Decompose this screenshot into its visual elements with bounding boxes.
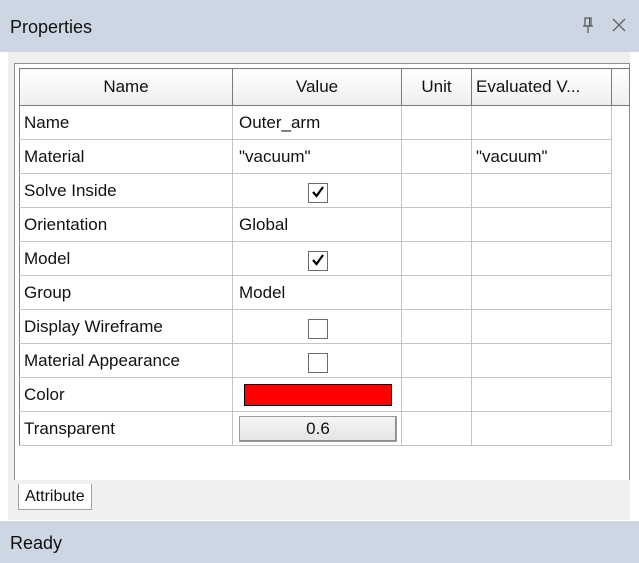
property-row[interactable]: Model (19, 241, 630, 276)
property-row[interactable]: Color (19, 377, 630, 412)
tab-attribute[interactable]: Attribute (18, 484, 92, 510)
property-evaluated-value (471, 377, 612, 412)
property-unit (401, 411, 472, 446)
property-evaluated-value (471, 309, 612, 344)
color-swatch[interactable] (244, 383, 392, 406)
property-unit (401, 275, 472, 310)
column-header-spacer (611, 68, 630, 106)
property-unit (401, 173, 472, 208)
property-row[interactable]: Material "vacuum" "vacuum" (19, 139, 630, 174)
property-unit (401, 105, 472, 140)
status-text: Ready (10, 533, 63, 553)
property-value-button-cell[interactable]: 0.6 (232, 411, 402, 446)
unchecked-checkbox[interactable] (308, 318, 328, 339)
property-row[interactable]: Solve Inside (19, 173, 630, 208)
title-bar[interactable]: Properties (0, 0, 639, 52)
property-value-checkbox-cell[interactable] (232, 309, 402, 344)
property-name: Model (19, 241, 233, 276)
property-unit (401, 377, 472, 412)
grid-header-row: Name Value Unit Evaluated V... (19, 68, 630, 106)
property-name: Transparent (19, 411, 233, 446)
column-header-name[interactable]: Name (19, 68, 233, 106)
property-value-checkbox-cell[interactable] (232, 343, 402, 378)
property-evaluated-value (471, 241, 612, 276)
property-unit (401, 241, 472, 276)
property-name: Material Appearance (19, 343, 233, 378)
close-icon[interactable] (611, 17, 627, 33)
property-name: Material (19, 139, 233, 174)
property-row[interactable]: Orientation Global (19, 207, 630, 242)
property-evaluated-value (471, 275, 612, 310)
property-name: Group (19, 275, 233, 310)
property-evaluated-value (471, 343, 612, 378)
status-bar (0, 521, 639, 563)
property-value[interactable]: Global (232, 207, 402, 242)
property-value[interactable]: Model (232, 275, 402, 310)
property-value-checkbox-cell[interactable] (232, 241, 402, 276)
property-name: Name (19, 105, 233, 140)
property-name: Solve Inside (19, 173, 233, 208)
property-unit (401, 207, 472, 242)
property-row[interactable]: Group Model (19, 275, 630, 310)
checked-checkbox[interactable] (308, 182, 328, 203)
column-header-value[interactable]: Value (232, 68, 402, 106)
property-value[interactable]: Outer_arm (232, 105, 402, 140)
property-value-checkbox-cell[interactable] (232, 173, 402, 208)
property-row[interactable]: Name Outer_arm (19, 105, 630, 140)
property-row[interactable]: Display Wireframe (19, 309, 630, 344)
property-evaluated-value (471, 207, 612, 242)
property-row[interactable]: Material Appearance (19, 343, 630, 378)
checked-checkbox[interactable] (308, 250, 328, 271)
property-unit (401, 309, 472, 344)
column-header-evaluated-value[interactable]: Evaluated V... (471, 68, 612, 106)
property-name: Orientation (19, 207, 233, 242)
property-evaluated-value: "vacuum" (471, 139, 612, 174)
properties-window: Properties Name Value Unit Evaluated V... N… (0, 0, 639, 563)
property-name: Display Wireframe (19, 309, 233, 344)
property-value-color-cell[interactable] (232, 377, 402, 412)
property-unit (401, 139, 472, 174)
tab-strip (8, 480, 630, 520)
column-header-unit[interactable]: Unit (401, 68, 472, 106)
property-evaluated-value (471, 173, 612, 208)
property-evaluated-value (471, 411, 612, 446)
pin-icon[interactable] (580, 16, 596, 36)
property-unit (401, 343, 472, 378)
unchecked-checkbox[interactable] (308, 352, 328, 373)
property-evaluated-value (471, 105, 612, 140)
property-value[interactable]: "vacuum" (232, 139, 402, 174)
property-row[interactable]: Transparent 0.6 (19, 411, 630, 446)
transparency-button[interactable]: 0.6 (239, 415, 397, 442)
window-title: Properties (10, 17, 93, 37)
property-name: Color (19, 377, 233, 412)
property-grid: Name Value Unit Evaluated V... Name Outer_ar… (19, 68, 630, 446)
